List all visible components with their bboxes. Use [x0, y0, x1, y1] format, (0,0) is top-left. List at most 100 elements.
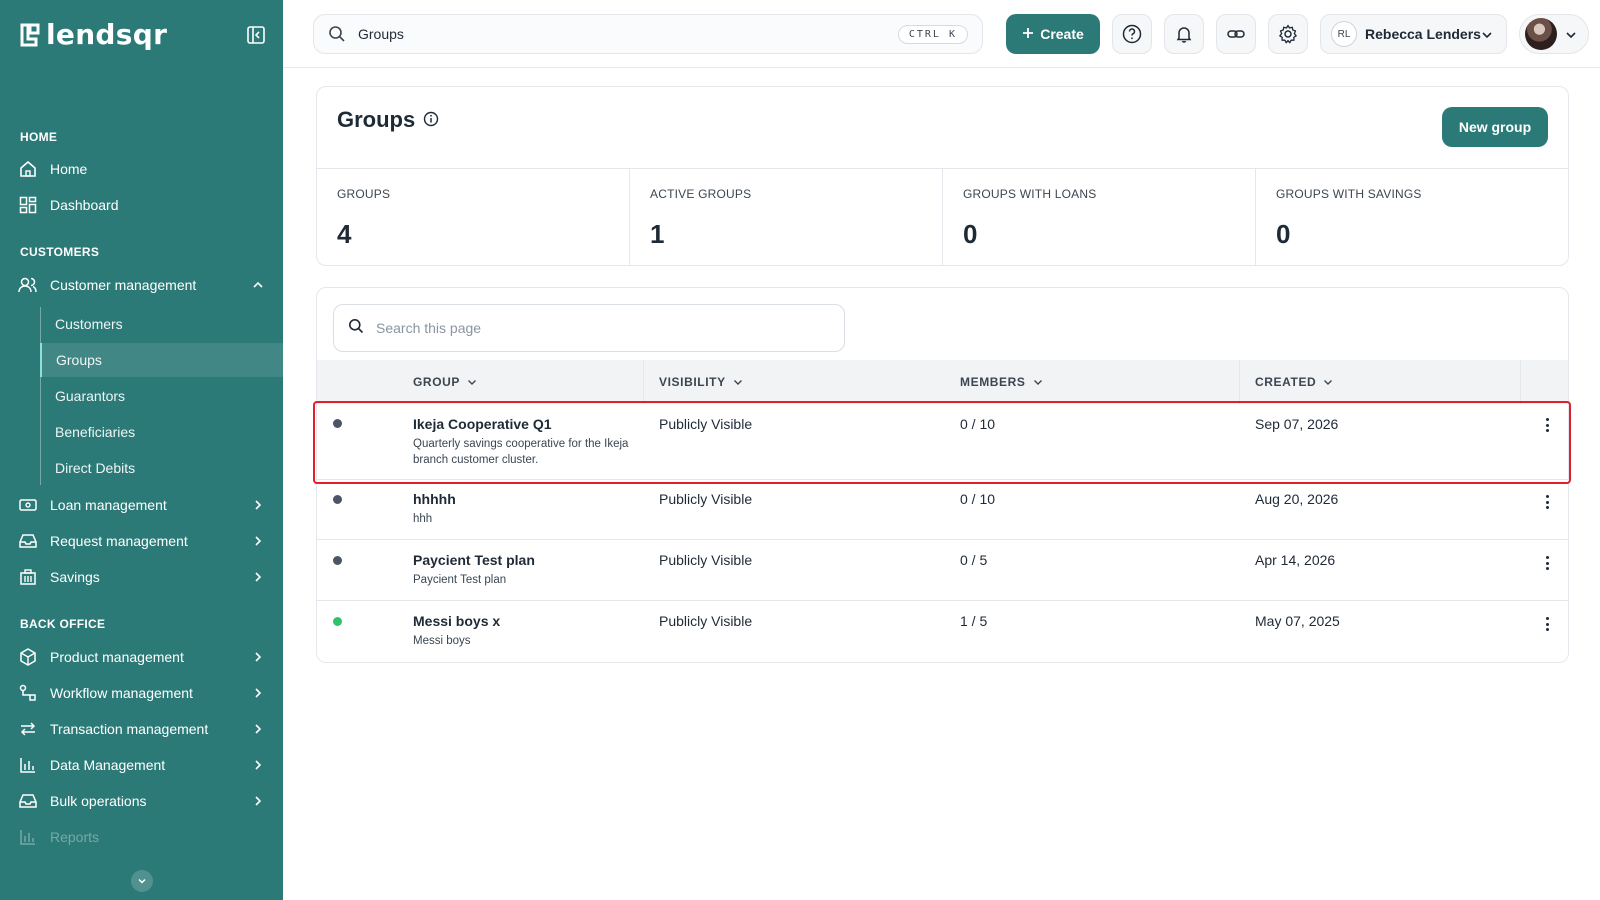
table-row[interactable]: Messi boys x Messi boys Publicly Visible… [317, 601, 1568, 662]
house-icon [18, 159, 38, 179]
global-search[interactable]: Groups CTRL K [313, 14, 983, 54]
sidebar-scroll-down-button[interactable] [131, 870, 153, 892]
stat-value: 4 [337, 219, 352, 249]
group-visibility: Publicly Visible [659, 491, 753, 507]
inbox-icon [18, 531, 38, 551]
column-header-members[interactable]: MEMBERS [960, 360, 1044, 404]
sidebar-item-bulk-operations[interactable]: Bulk operations [0, 784, 283, 818]
sidebar-item-label: Customer management [50, 277, 197, 293]
column-header-visibility[interactable]: VISIBILITY [659, 360, 744, 404]
stat-value: 1 [650, 219, 665, 249]
row-actions-kebab-icon[interactable] [1540, 615, 1554, 633]
links-button[interactable] [1216, 14, 1256, 54]
table-search-input[interactable] [376, 320, 816, 336]
user-initials-badge: RL [1331, 21, 1357, 47]
info-icon[interactable] [423, 107, 439, 133]
collapse-sidebar-button[interactable] [245, 24, 267, 46]
chevron-down-icon [138, 878, 146, 884]
group-name[interactable]: Paycient Test plan [413, 552, 535, 568]
status-dot [333, 419, 342, 428]
group-name[interactable]: Messi boys x [413, 613, 500, 629]
column-header-created[interactable]: CREATED [1255, 360, 1334, 404]
table-row[interactable]: hhhhh hhh Publicly Visible 0 / 10 Aug 20… [317, 480, 1568, 540]
money-icon [18, 495, 38, 515]
brand-name: lendsqr [46, 18, 168, 51]
group-description: Paycient Test plan [413, 574, 507, 586]
global-search-value[interactable]: Groups [358, 26, 404, 42]
sidebar-item-data-management[interactable]: Data Management [0, 748, 283, 782]
group-name[interactable]: hhhhh [413, 491, 456, 507]
stat-label: GROUPS WITH SAVINGS [1276, 187, 1422, 201]
section-back-office: BACK OFFICE [20, 617, 106, 631]
sidebar-item-workflow-management[interactable]: Workflow management [0, 676, 283, 710]
group-created: Apr 14, 2026 [1255, 552, 1336, 568]
table-search[interactable] [333, 304, 845, 352]
stat-groups: GROUPS 4 [317, 169, 630, 266]
sidebar-subitem-beneficiaries[interactable]: Beneficiaries [41, 415, 284, 449]
sidebar-item-dashboard[interactable]: Dashboard [0, 188, 283, 222]
table-row[interactable]: Paycient Test plan Paycient Test plan Pu… [317, 540, 1568, 601]
sidebar-item-label: Product management [50, 649, 184, 665]
group-members: 0 / 5 [960, 552, 988, 568]
chevron-right-icon [251, 722, 265, 736]
status-dot [333, 556, 342, 565]
sidebar-item-label: Dashboard [50, 197, 119, 213]
create-button[interactable]: Create [1006, 14, 1100, 54]
group-members: 0 / 10 [960, 491, 996, 507]
status-dot [333, 617, 342, 626]
sidebar-item-loan-management[interactable]: Loan management [0, 488, 283, 522]
sidebar-item-savings[interactable]: Savings [0, 560, 283, 594]
sidebar-item-transaction-management[interactable]: Transaction management [0, 712, 283, 746]
group-visibility: Publicly Visible [659, 613, 753, 629]
notifications-button[interactable] [1164, 14, 1204, 54]
table-row[interactable]: Ikeja Cooperative Q1 Quarterly savings c… [317, 404, 1568, 480]
column-divider [1239, 360, 1240, 404]
section-home: HOME [20, 130, 58, 144]
column-header-group[interactable]: GROUP [413, 360, 478, 404]
group-description: hhh [413, 513, 433, 525]
sidebar-subitem-guarantors[interactable]: Guarantors [41, 379, 284, 413]
sidebar-item-label: Loan management [50, 497, 167, 513]
column-divider [1520, 360, 1521, 404]
help-button[interactable] [1112, 14, 1152, 54]
account-switcher[interactable]: RL Rebecca Lenders [1320, 14, 1507, 54]
sidebar-item-home[interactable]: Home [0, 152, 283, 186]
sidebar-item-product-management[interactable]: Product management [0, 640, 283, 674]
avatar [1525, 18, 1557, 50]
chevron-down-icon [1480, 28, 1494, 47]
chevron-right-icon [251, 534, 265, 548]
sidebar-item-reports[interactable]: Reports [0, 820, 283, 854]
group-created: Aug 20, 2026 [1255, 491, 1339, 507]
sidebar-item-customer-management[interactable]: Customer management [0, 268, 283, 302]
sidebar-subitem-groups[interactable]: Groups [40, 343, 283, 377]
stat-value: 0 [1276, 219, 1291, 249]
chevron-right-icon [251, 650, 265, 664]
chevron-right-icon [251, 686, 265, 700]
column-header-label: GROUP [413, 375, 461, 389]
sidebar-subitem-customers[interactable]: Customers [41, 307, 284, 341]
help-circle-icon [1122, 24, 1142, 44]
stat-label: GROUPS [337, 187, 391, 201]
sidebar-toggle-icon [247, 26, 265, 44]
group-name[interactable]: Ikeja Cooperative Q1 [413, 416, 552, 432]
plus-icon [1022, 26, 1034, 42]
chevron-right-icon [251, 498, 265, 512]
lendsqr-logo[interactable]: lendsqr [20, 18, 167, 51]
row-actions-kebab-icon[interactable] [1540, 416, 1554, 434]
group-visibility: Publicly Visible [659, 416, 753, 432]
new-group-button[interactable]: New group [1442, 107, 1548, 147]
bell-icon [1176, 27, 1192, 43]
chevron-down-icon [733, 380, 742, 385]
sidebar-item-label: Data Management [50, 757, 166, 773]
sidebar-subitem-direct-debits[interactable]: Direct Debits [41, 451, 284, 485]
row-actions-kebab-icon[interactable] [1540, 554, 1554, 572]
profile-menu-button[interactable] [1519, 14, 1589, 54]
workflow-icon [18, 683, 38, 703]
groups-summary-card: Groups New group GROUPS 4 ACTIVE GROUPS … [316, 86, 1569, 266]
stats-row: GROUPS 4 ACTIVE GROUPS 1 GROUPS WITH LOA… [317, 168, 1568, 266]
group-created: May 07, 2025 [1255, 613, 1340, 629]
settings-button[interactable] [1268, 14, 1308, 54]
sidebar-item-request-management[interactable]: Request management [0, 524, 283, 558]
status-dot [333, 495, 342, 504]
row-actions-kebab-icon[interactable] [1540, 493, 1554, 511]
